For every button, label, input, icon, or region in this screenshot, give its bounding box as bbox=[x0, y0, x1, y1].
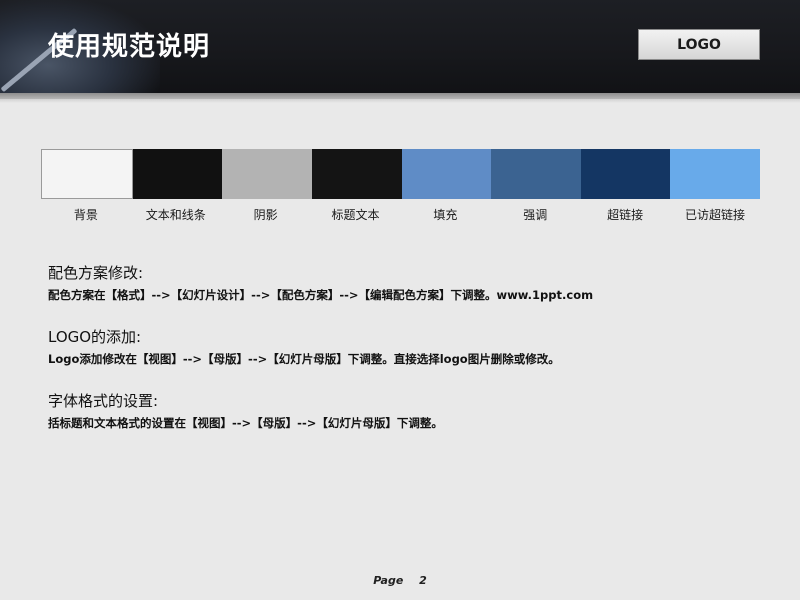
section-title: 字体格式的设置: bbox=[48, 392, 159, 410]
section-body: Logo添加修改在【视图】-->【母版】-->【幻灯片母版】下调整。直接选择lo… bbox=[48, 352, 560, 366]
swatch-label: 强调 bbox=[523, 208, 548, 222]
header-bar: 使用规范说明 LOGO bbox=[0, 0, 800, 93]
header-divider-shadow bbox=[0, 99, 800, 103]
swatch-hyperlink bbox=[580, 149, 671, 199]
swatch-label: 阴影 bbox=[253, 208, 278, 222]
section-font-format: 字体格式的设置: 括标题和文本格式的设置在【视图】-->【母版】-->【幻灯片母… bbox=[48, 390, 443, 431]
swatch-label: 已访超链接 bbox=[685, 208, 746, 222]
section-body: 括标题和文本格式的设置在【视图】-->【母版】-->【幻灯片母版】下调整。 bbox=[48, 416, 443, 430]
page-title: 使用规范说明 bbox=[48, 32, 211, 62]
swatch-label: 超链接 bbox=[607, 208, 644, 222]
page-label: Page bbox=[373, 574, 404, 587]
swatch-labels: 背景 文本和线条 阴影 标题文本 填充 强调 超链接 已访超链接 bbox=[41, 206, 760, 223]
swatch-text-lines bbox=[132, 149, 223, 199]
section-logo: LOGO的添加: Logo添加修改在【视图】-->【母版】-->【幻灯片母版】下… bbox=[48, 326, 560, 367]
section-title: 配色方案修改: bbox=[48, 264, 144, 282]
swatch-label: 背景 bbox=[73, 208, 98, 222]
swatch-fill bbox=[401, 149, 492, 199]
page-footer: Page 2 bbox=[0, 574, 800, 587]
page-number: 2 bbox=[419, 574, 427, 587]
color-swatches bbox=[41, 149, 760, 199]
swatch-title-text bbox=[311, 149, 402, 199]
logo-placeholder: LOGO bbox=[638, 29, 760, 60]
swatch-accent bbox=[491, 149, 581, 199]
swatch-label: 标题文本 bbox=[331, 208, 380, 222]
swatch-visited-hyperlink bbox=[670, 149, 760, 199]
section-color-scheme: 配色方案修改: 配色方案在【格式】-->【幻灯片设计】-->【配色方案】-->【… bbox=[48, 262, 593, 303]
swatch-shadow bbox=[222, 149, 312, 199]
swatch-label: 文本和线条 bbox=[145, 208, 206, 222]
section-title: LOGO的添加: bbox=[48, 328, 142, 346]
swatch-background bbox=[41, 149, 133, 199]
swatch-label: 填充 bbox=[433, 208, 458, 222]
section-body: 配色方案在【格式】-->【幻灯片设计】-->【配色方案】-->【编辑配色方案】下… bbox=[48, 288, 594, 302]
